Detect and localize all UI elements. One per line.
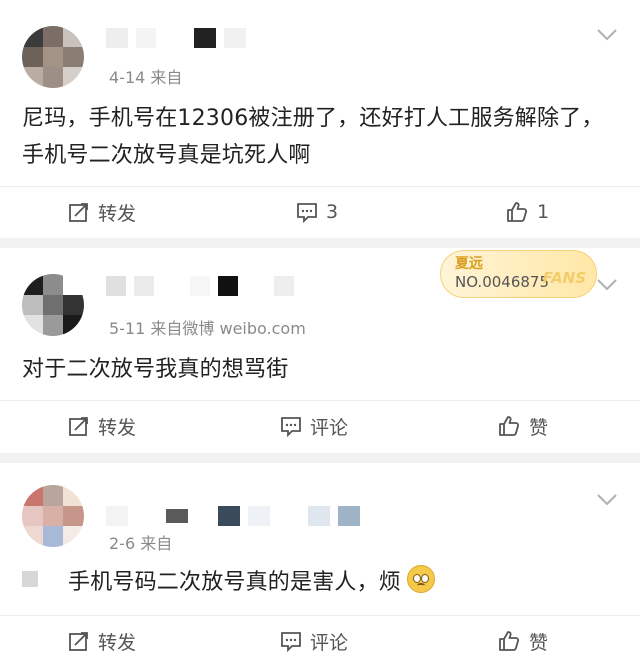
like-label: 赞 <box>529 631 549 654</box>
comment-card: 4-14 来自 尼玛，手机号在12306被注册了，还好打人工服务解除了，手机号二… <box>0 0 640 238</box>
fans-badge[interactable]: 夏远 NO.0046875 FANS <box>440 250 597 298</box>
separator <box>0 238 640 248</box>
chevron-down-icon[interactable] <box>596 28 618 42</box>
action-bar: 转发 3 1 <box>0 186 640 237</box>
action-bar: 转发 评论 赞 <box>0 615 640 666</box>
username-blurred[interactable] <box>106 275 294 297</box>
comment-icon <box>281 632 301 652</box>
comment-body: 手机号码二次放号真的是害人，烦 <box>22 564 618 601</box>
repost-icon <box>69 417 88 436</box>
thumbs-up-icon <box>499 416 520 436</box>
comment-button[interactable]: 评论 <box>280 616 348 666</box>
date-source: 5-11 来自微博 weibo.com <box>109 319 306 338</box>
comment-text: 手机号码二次放号真的是害人，烦 <box>68 570 402 595</box>
comment-button[interactable]: 评论 <box>280 401 348 451</box>
separator <box>0 453 640 463</box>
comment-label: 评论 <box>310 631 349 654</box>
blurred-mark <box>22 571 38 587</box>
comment-text: 尼玛，手机号在12306被注册了，还好打人工服务解除了，手机号二次放号真是坑死人… <box>22 106 604 168</box>
action-bar: 转发 评论 赞 <box>0 400 640 451</box>
username-blurred[interactable] <box>106 505 360 527</box>
thumbs-up-icon <box>499 631 520 651</box>
chevron-down-icon[interactable] <box>596 278 618 292</box>
like-count: 1 <box>537 201 550 223</box>
comment-icon <box>281 417 301 437</box>
comment-label: 评论 <box>310 416 349 439</box>
thumbs-up-icon <box>507 202 528 222</box>
comment-icon <box>297 203 317 223</box>
repost-button[interactable]: 转发 <box>68 187 136 237</box>
username-blurred[interactable] <box>106 27 246 49</box>
badge-fans: FANS <box>542 269 586 287</box>
sad-face-emoji-icon <box>407 565 436 593</box>
comment-card: 5-11 来自微博 weibo.com 夏远 NO.0046875 FANS 对… <box>0 248 640 453</box>
like-button[interactable]: 赞 <box>497 401 548 451</box>
repost-label: 转发 <box>98 202 137 225</box>
repost-icon <box>69 632 88 651</box>
like-label: 赞 <box>529 416 549 439</box>
like-button[interactable]: 赞 <box>497 616 548 666</box>
avatar[interactable] <box>22 485 84 547</box>
comment-button[interactable]: 3 <box>296 187 338 237</box>
repost-button[interactable]: 转发 <box>68 401 136 451</box>
chevron-down-icon[interactable] <box>596 493 618 507</box>
avatar[interactable] <box>22 274 84 336</box>
comment-text: 对于二次放号我真的想骂街 <box>22 357 289 382</box>
repost-icon <box>69 203 88 222</box>
date-source: 4-14 来自 <box>109 68 183 87</box>
avatar[interactable] <box>22 26 84 88</box>
comment-card: 2-6 来自 手机号码二次放号真的是害人，烦 转发 评论 赞 <box>0 463 640 671</box>
repost-label: 转发 <box>98 631 137 654</box>
like-button[interactable]: 1 <box>505 187 549 237</box>
repost-label: 转发 <box>98 416 137 439</box>
date-source: 2-6 来自 <box>109 534 173 553</box>
badge-name: 夏远 <box>455 256 483 272</box>
repost-button[interactable]: 转发 <box>68 616 136 666</box>
badge-number: NO.0046875 <box>455 273 549 291</box>
comment-count: 3 <box>326 201 339 223</box>
